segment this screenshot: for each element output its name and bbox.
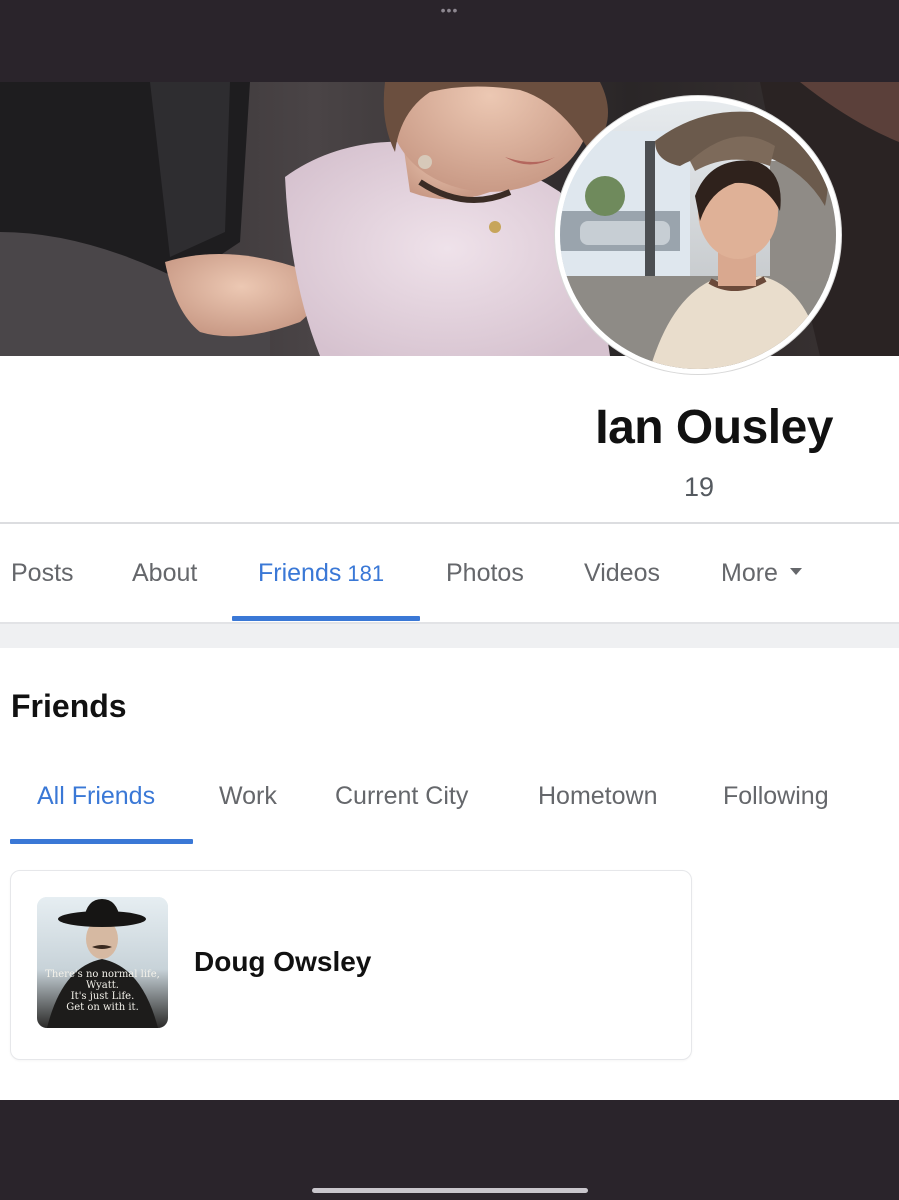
tab-label: Friends (258, 559, 342, 587)
tab-videos[interactable]: Videos (584, 559, 660, 588)
home-indicator[interactable] (312, 1188, 588, 1193)
caption-line: It's just Life. (70, 991, 135, 1002)
friends-section-title: Friends (11, 688, 127, 724)
tab-photos[interactable]: Photos (446, 559, 524, 588)
friends-count: 181 (347, 561, 385, 586)
profile-picture[interactable] (555, 96, 841, 374)
profile-tab-bar: Posts About Friends 181 Photos Videos Mor… (0, 524, 899, 622)
profile-name: Ian Ousley (595, 401, 833, 454)
tab-label: About (132, 559, 198, 587)
profile-age: 19 (683, 472, 715, 502)
tab-friends[interactable]: Friends 181 (258, 559, 384, 588)
friend-name[interactable]: Doug Owsley (194, 946, 371, 978)
friend-card[interactable]: There's no normal life, Wyatt. It's just… (10, 870, 692, 1060)
filter-work[interactable]: Work (219, 782, 277, 811)
tab-about[interactable]: About (132, 559, 197, 588)
multitask-indicator[interactable]: ••• (0, 3, 899, 17)
tab-more[interactable]: More (721, 559, 802, 588)
filter-current-city[interactable]: Current City (335, 782, 468, 811)
filter-hometown[interactable]: Hometown (538, 782, 658, 811)
filter-all-friends[interactable]: All Friends (37, 782, 155, 811)
friend-avatar[interactable]: There's no normal life, Wyatt. It's just… (37, 897, 168, 1028)
tablet-frame: ••• Ian Ousley 19 Posts About Friends 18… (0, 0, 899, 1200)
caret-down-icon (789, 567, 802, 575)
caption-line: Get on with it. (66, 1002, 139, 1013)
section-separator (0, 622, 899, 648)
tab-posts[interactable]: Posts (11, 559, 74, 588)
caption-line: There's no normal life, Wyatt. (45, 969, 160, 991)
friend-avatar-caption: There's no normal life, Wyatt. It's just… (37, 969, 168, 1013)
filter-following[interactable]: Following (723, 782, 829, 811)
tab-label: Posts (11, 559, 74, 587)
tab-label: More (721, 559, 778, 587)
tab-label: Photos (446, 559, 524, 587)
profile-page: Ian Ousley 19 Posts About Friends 181 Pho… (0, 82, 899, 1100)
tab-label: Videos (584, 559, 660, 587)
active-filter-indicator (10, 839, 193, 844)
active-tab-indicator (232, 616, 420, 621)
